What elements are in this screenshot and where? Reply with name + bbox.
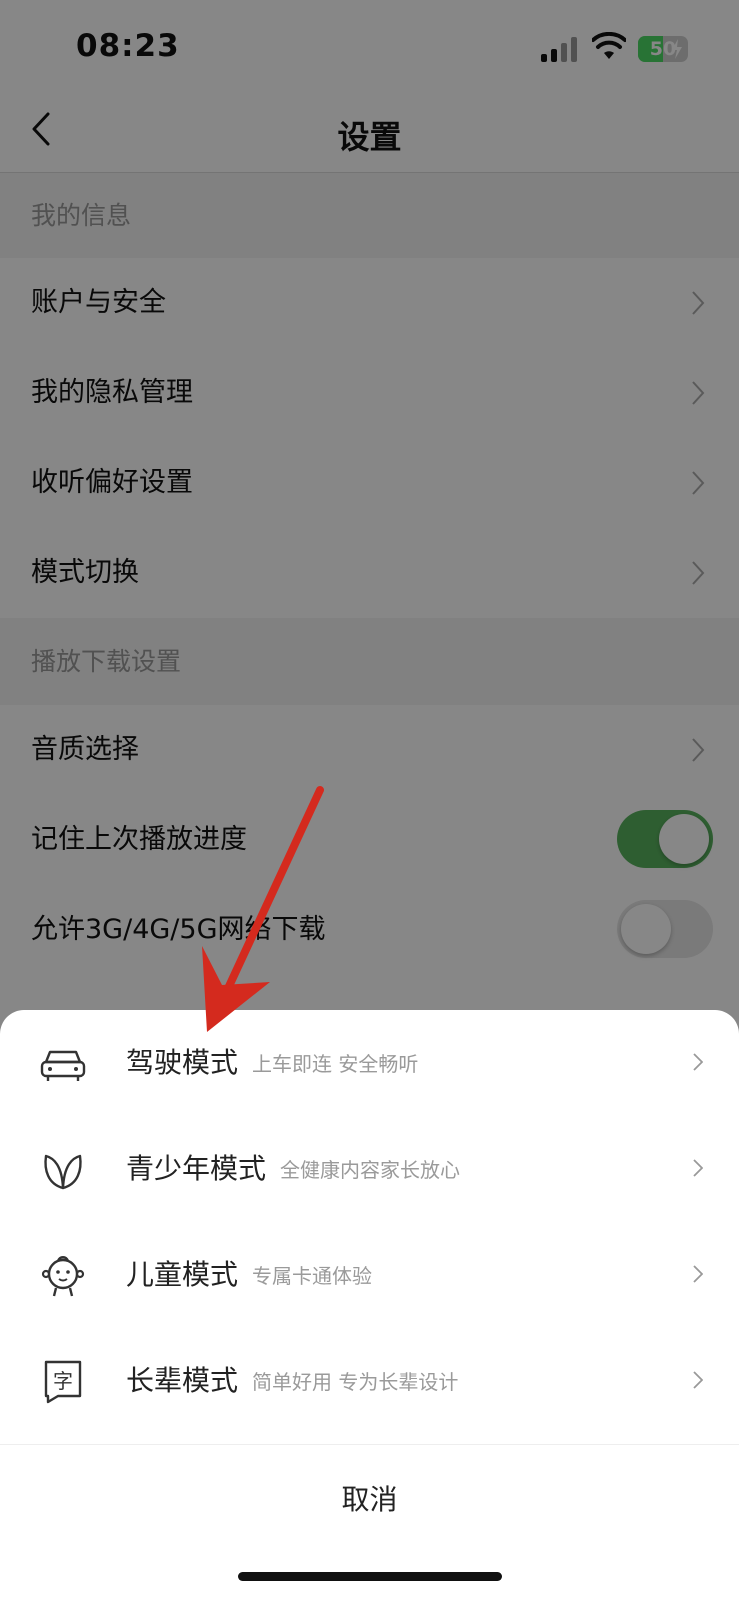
mode-description: 专属卡通体验 [252, 1264, 372, 1288]
mode-bottom-sheet: 驾驶模式 上车即连 安全畅听 青少年模式 全健康内容家长放心 儿童模式 专属卡通… [0, 1010, 739, 1600]
mode-name: 长辈模式 [126, 1364, 239, 1397]
chevron-right-icon [693, 1371, 703, 1389]
mode-item-elder[interactable]: 字 长辈模式 简单好用 专为长辈设计 [0, 1328, 739, 1434]
watermark-url: jingyan.baidu.com [574, 1560, 667, 1571]
mode-item-driving[interactable]: 驾驶模式 上车即连 安全畅听 [0, 1010, 739, 1116]
chevron-right-icon [693, 1265, 703, 1283]
leaf-icon [44, 1154, 82, 1190]
mode-name: 青少年模式 [126, 1152, 267, 1185]
car-icon [40, 1050, 86, 1081]
child-face-icon [41, 1256, 85, 1297]
svg-text:字: 字 [53, 1369, 73, 1393]
mode-description: 全健康内容家长放心 [280, 1158, 460, 1182]
chevron-right-icon [693, 1053, 703, 1071]
mode-name: 儿童模式 [126, 1258, 239, 1291]
home-indicator[interactable] [238, 1572, 502, 1581]
mode-item-child[interactable]: 儿童模式 专属卡通体验 [0, 1222, 739, 1328]
elder-char-icon: 字 [44, 1360, 82, 1404]
mode-description: 简单好用 专为长辈设计 [252, 1370, 459, 1394]
mode-item-teen[interactable]: 青少年模式 全健康内容家长放心 [0, 1116, 739, 1222]
mode-description: 上车即连 安全畅听 [252, 1052, 419, 1076]
mode-name: 驾驶模式 [126, 1046, 239, 1079]
chevron-right-icon [693, 1159, 703, 1177]
baidu-jingyan-watermark: Baidu 经验 jingyan.baidu.com [566, 1526, 706, 1576]
watermark-brand: Baidu [566, 1530, 656, 1563]
